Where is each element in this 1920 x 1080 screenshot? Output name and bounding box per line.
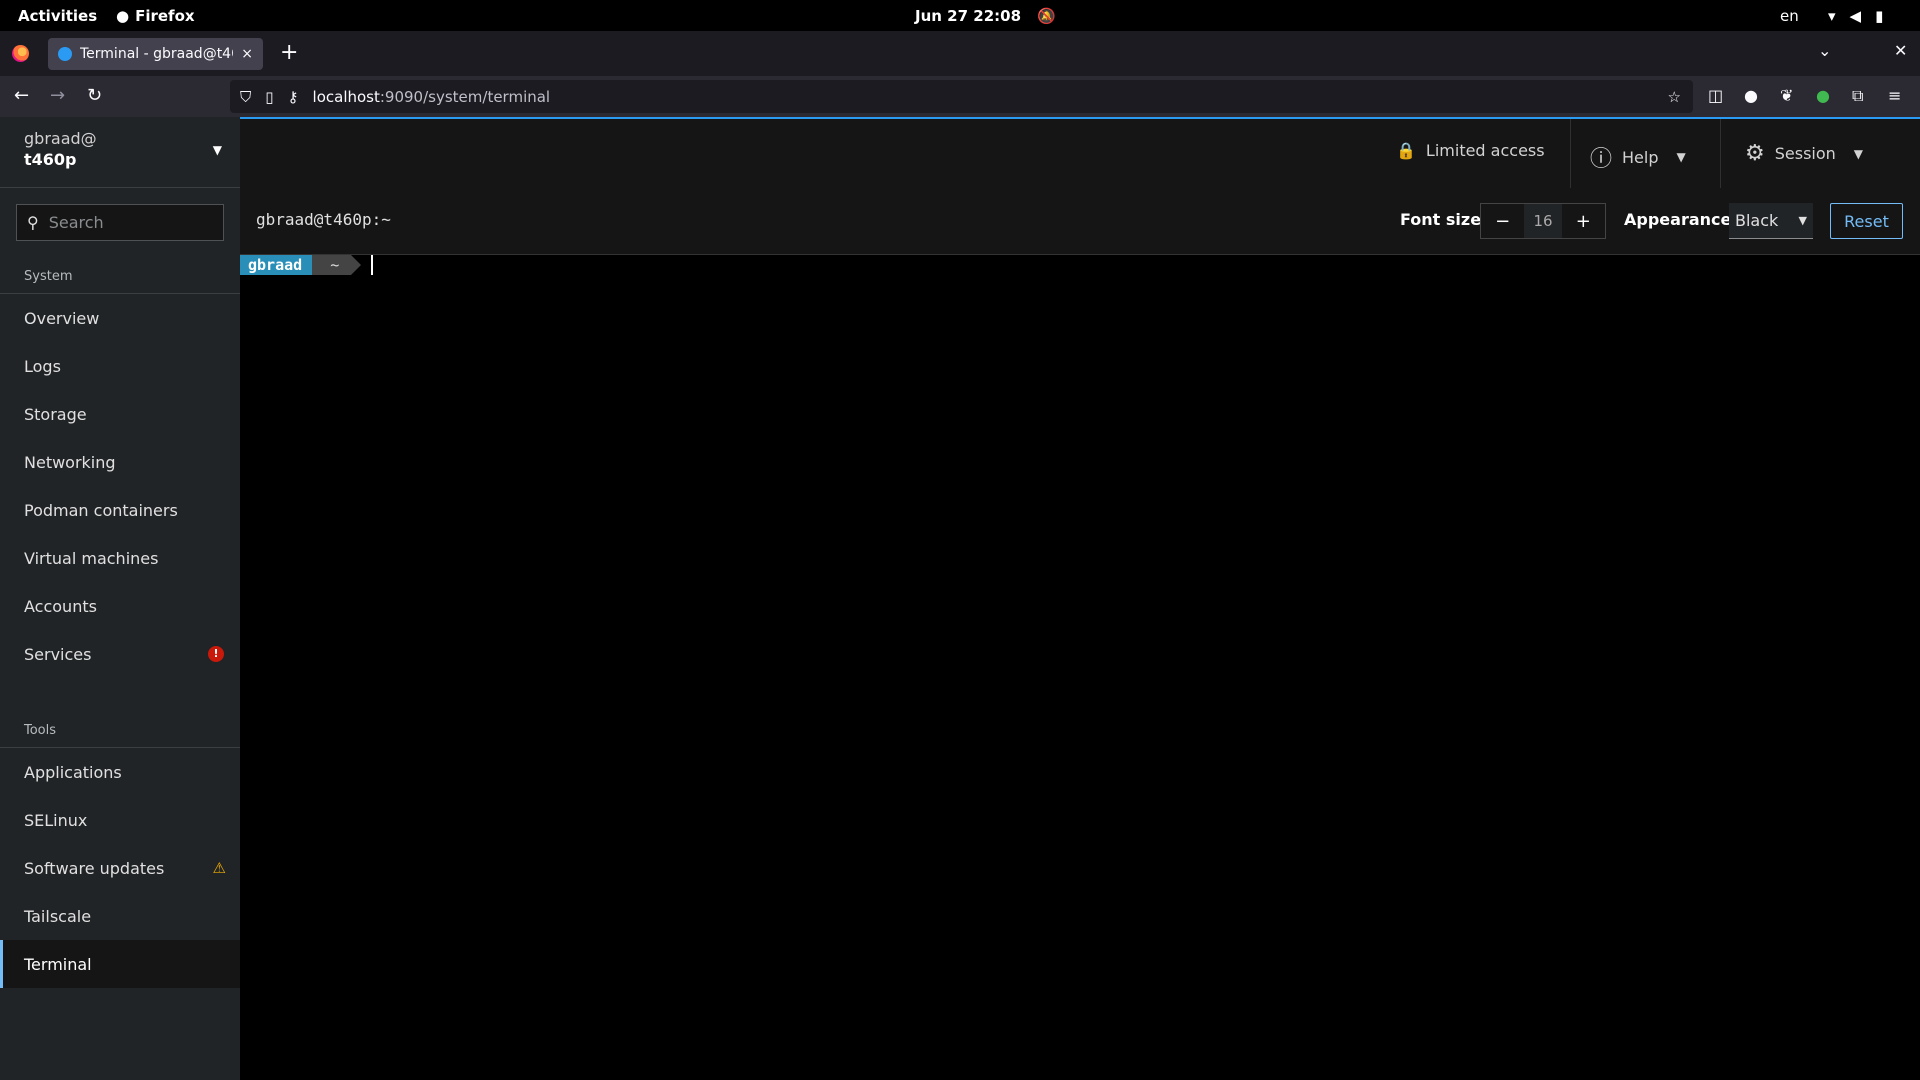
back-icon[interactable]: ←	[14, 85, 29, 106]
activities-button[interactable]: Activities	[18, 7, 97, 25]
sidebar-item-services[interactable]: Services !	[0, 630, 240, 678]
font-size-stepper: − 16 +	[1480, 203, 1606, 239]
app-menu-icon[interactable]: ≡	[1888, 86, 1901, 105]
bookmark-star-icon[interactable]: ☆	[1668, 88, 1681, 106]
clock[interactable]: Jun 27 22:08 🔕	[915, 7, 1056, 25]
tab-terminal[interactable]: Terminal - gbraad@t460p ×	[48, 38, 263, 70]
help-menu[interactable]: ⓘ Help ▼	[1590, 141, 1686, 173]
firefox-app-icon: ●	[116, 6, 130, 25]
tracking-shield-icon[interactable]: ⛉	[240, 88, 251, 106]
terminal-cursor	[371, 255, 374, 275]
sidebar-item-logs[interactable]: Logs	[0, 342, 240, 390]
font-size-value[interactable]: 16	[1524, 204, 1562, 238]
page-info-icon[interactable]: ▯	[265, 88, 273, 106]
appearance-label: Appearance	[1624, 210, 1732, 229]
sidebar-item-software-updates[interactable]: Software updates ⚠	[0, 844, 240, 892]
terminal-toolbar: gbraad@t460p:~ Font size − 16 + Appearan…	[240, 188, 1920, 255]
keyboard-layout[interactable]: en	[1780, 7, 1799, 25]
extension-green-icon[interactable]: ●	[1816, 86, 1830, 105]
new-tab-button[interactable]: +	[280, 40, 298, 65]
reload-icon[interactable]: ↻	[87, 85, 102, 106]
shell-prompt: gbraad ~	[240, 255, 374, 275]
sidebar-item-terminal[interactable]: Terminal	[0, 940, 240, 988]
tab-title: Terminal - gbraad@t460p	[80, 46, 233, 62]
key-icon[interactable]: ⚷	[288, 88, 299, 106]
masthead-divider	[1720, 119, 1721, 188]
chevron-down-icon: ▼	[1798, 214, 1807, 227]
masthead-divider	[1570, 119, 1571, 188]
chevron-down-icon: ▼	[212, 143, 222, 157]
sidebar-item-overview[interactable]: Overview	[0, 294, 240, 342]
cockpit-favicon-icon	[58, 47, 72, 61]
url-text: localhost:9090/system/terminal	[312, 87, 551, 106]
font-size-decrease-button[interactable]: −	[1481, 204, 1525, 238]
font-size-increase-button[interactable]: +	[1561, 204, 1605, 238]
battery-icon: ▮	[1875, 6, 1884, 25]
navigation-toolbar: ← → ↻ ⛉ ▯ ⚷ localhost:9090/system/termin…	[0, 76, 1920, 117]
firefox-logo-icon[interactable]	[12, 45, 29, 62]
error-badge-icon: !	[208, 646, 224, 662]
list-all-tabs-icon[interactable]: ⌄	[1818, 41, 1831, 60]
appearance-select[interactable]: Black ▼	[1729, 203, 1813, 239]
forward-icon[interactable]: →	[50, 85, 65, 106]
terminal-screen[interactable]: gbraad ~	[240, 255, 1920, 1080]
section-title-system: System	[0, 260, 240, 294]
notifications-off-icon: 🔕	[1037, 6, 1056, 25]
sidebar-item-podman-containers[interactable]: Podman containers	[0, 486, 240, 534]
sidebar: gbraad@ t460p ▼ ⚲ System Overview Logs S…	[0, 117, 240, 1080]
sidebar-item-storage[interactable]: Storage	[0, 390, 240, 438]
main-content: 🔒 Limited access ⓘ Help ▼ ⚙ Session ▼ gb…	[240, 117, 1920, 1080]
help-circle-icon: ⓘ	[1590, 147, 1613, 172]
section-title-tools: Tools	[0, 714, 240, 748]
sidebar-item-applications[interactable]: Applications	[0, 748, 240, 796]
masthead: 🔒 Limited access ⓘ Help ▼ ⚙ Session ▼	[240, 117, 1920, 188]
wifi-icon: ▾	[1828, 6, 1836, 25]
pocket-icon[interactable]: ◫	[1708, 86, 1723, 105]
clock-text: Jun 27 22:08	[915, 6, 1022, 25]
cockpit-app: gbraad@ t460p ▼ ⚲ System Overview Logs S…	[0, 117, 1920, 1080]
tools-nav: Tools Applications SELinux Software upda…	[0, 714, 240, 988]
sidebar-item-selinux[interactable]: SELinux	[0, 796, 240, 844]
warning-icon: ⚠	[212, 859, 226, 877]
chevron-down-icon: ▼	[1676, 150, 1686, 164]
lock-icon: 🔒	[1396, 141, 1416, 160]
extension-icon[interactable]: ❦	[1780, 86, 1793, 105]
sidebar-item-tailscale[interactable]: Tailscale	[0, 892, 240, 940]
app-name: Firefox	[135, 6, 195, 25]
app-menu[interactable]: ● Firefox	[116, 7, 195, 25]
prompt-user: gbraad	[240, 255, 323, 275]
sidebar-item-accounts[interactable]: Accounts	[0, 582, 240, 630]
search-input[interactable]	[48, 213, 209, 232]
sidebar-item-networking[interactable]: Networking	[0, 438, 240, 486]
search-box: ⚲	[16, 204, 224, 241]
host-name: t460p	[24, 150, 77, 169]
terminal-title: gbraad@t460p:~	[256, 210, 391, 229]
sidebar-item-virtual-machines[interactable]: Virtual machines	[0, 534, 240, 582]
extensions-puzzle-icon[interactable]: ⧉	[1852, 86, 1863, 106]
chevron-down-icon: ▼	[1853, 146, 1864, 161]
gear-icon: ⚙	[1745, 141, 1765, 166]
system-nav: System Overview Logs Storage Networking …	[0, 260, 240, 678]
font-size-label: Font size	[1400, 210, 1482, 229]
window-close-icon[interactable]: ✕	[1894, 41, 1907, 60]
prompt-dir: ~	[312, 255, 362, 275]
session-menu[interactable]: ⚙ Session ▼	[1745, 141, 1863, 166]
reset-button[interactable]: Reset	[1830, 203, 1903, 239]
url-bar[interactable]: ⛉ ▯ ⚷ localhost:9090/system/terminal ☆	[230, 80, 1693, 113]
account-icon[interactable]: ●	[1744, 86, 1758, 105]
host-switcher[interactable]: gbraad@ t460p ▼	[0, 117, 240, 188]
tab-close-icon[interactable]: ×	[241, 46, 253, 62]
volume-icon: ◀	[1849, 6, 1862, 25]
limited-access-button[interactable]: 🔒 Limited access	[1396, 141, 1545, 160]
search-icon: ⚲	[27, 213, 39, 232]
tab-strip: Terminal - gbraad@t460p × + ⌄ ✕	[0, 31, 1920, 76]
host-user: gbraad@	[24, 129, 97, 148]
gnome-top-bar: Activities ● Firefox Jun 27 22:08 🔕 en ▾…	[0, 0, 1920, 31]
system-tray[interactable]: ▾ ◀ ▮	[1828, 7, 1883, 25]
